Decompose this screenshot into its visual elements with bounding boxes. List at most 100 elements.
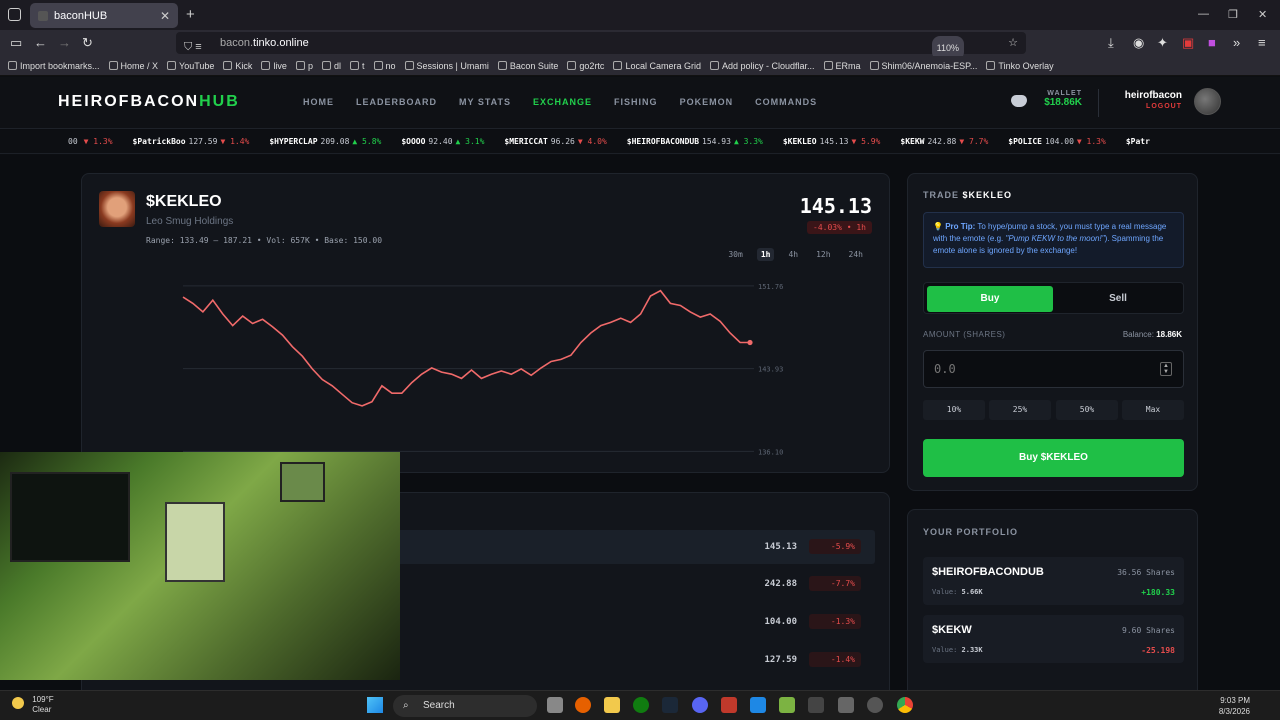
amount-input[interactable]	[923, 350, 1184, 388]
bookmark-item[interactable]: Sessions | Umami	[404, 61, 489, 71]
bookmark-item[interactable]: dl	[321, 61, 341, 71]
portfolio-item[interactable]: $KEKW 9.60 Shares Value: 2.33K -25.198	[923, 615, 1184, 663]
terminal-icon[interactable]	[808, 697, 824, 713]
nav-item-pokemon[interactable]: POKEMON	[680, 97, 734, 107]
ticker-price: 154.93	[702, 137, 731, 146]
ticker-item[interactable]: $HYPERCLAP 209.08 ▲ 5.8%	[269, 130, 381, 153]
bookmark-icon	[497, 61, 507, 70]
account-icon[interactable]: ◉	[1133, 35, 1144, 51]
buy-tab[interactable]: Buy	[927, 286, 1053, 312]
bookmark-item[interactable]: t	[349, 60, 365, 71]
ticker-item[interactable]: $KEKLEO 145.13 ▼ 5.9%	[783, 130, 881, 153]
ticker-item[interactable]: $HEIROFBACONDUB 154.93 ▲ 3.3%	[627, 130, 763, 153]
amount-stepper[interactable]: ▲ ▼	[1160, 362, 1172, 376]
chrome-icon[interactable]	[897, 697, 913, 713]
bookmark-item[interactable]: go2rtc	[567, 61, 604, 71]
overflow-icon[interactable]: »	[1233, 35, 1240, 50]
reload-icon[interactable]: ↻	[82, 35, 93, 51]
portfolio-value: Value: 5.66K	[932, 588, 983, 596]
ticker-item[interactable]: $POLICE 104.00 ▼ 1.3%	[1008, 130, 1106, 153]
nav-item-commands[interactable]: COMMANDS	[755, 97, 817, 107]
bookmark-star-icon[interactable]: ☆	[1008, 32, 1018, 54]
file-explorer-icon[interactable]	[604, 697, 620, 713]
pct-button-max[interactable]: Max	[1122, 400, 1184, 420]
menu-icon[interactable]: ≡	[1258, 35, 1266, 50]
avatar[interactable]	[1194, 88, 1221, 115]
last-price-point	[747, 339, 753, 346]
bookmark-item[interactable]: Import bookmarks...	[8, 61, 100, 71]
bookmark-item[interactable]: Shim06/Anemoia-ESP...	[869, 61, 977, 71]
extensions-icon[interactable]: ✦	[1157, 35, 1168, 51]
portfolio-value-label: Value:	[932, 588, 958, 596]
bookmark-item[interactable]: live	[261, 61, 287, 71]
ticker-symbol: $Patr	[1125, 137, 1150, 146]
bookmark-item[interactable]: ERma	[823, 61, 861, 71]
app-green-icon[interactable]	[779, 697, 795, 713]
bookmark-item[interactable]: p	[295, 61, 313, 71]
sidebar-toggle-icon[interactable]: ▭	[10, 35, 22, 51]
logout-link[interactable]: LOGOUT	[1110, 103, 1182, 110]
bookmark-item[interactable]: Tinko Overlay	[986, 61, 1054, 71]
steam-icon[interactable]	[662, 697, 678, 713]
new-tab-icon[interactable]: +	[186, 6, 195, 23]
ticker-item[interactable]: $PatrickBoo 127.59 ▼ 1.4%	[133, 130, 250, 153]
sell-tab[interactable]: Sell	[1055, 286, 1181, 312]
downloads-icon[interactable]: ⤓	[1108, 35, 1114, 51]
bookmark-label: Kick	[235, 60, 253, 71]
extension-badge-icon[interactable]: ▣	[1182, 35, 1194, 51]
obs-icon[interactable]	[867, 697, 883, 713]
browser-tab[interactable]: baconHUB ✕	[30, 3, 178, 28]
site-logo[interactable]: HEIROFBACONHUB	[58, 93, 240, 111]
discord-taskbar-icon[interactable]	[692, 697, 708, 713]
bookmark-item[interactable]: Bacon Suite	[497, 60, 559, 71]
ticker-item[interactable]: $KEKW 242.88 ▼ 7.7%	[900, 130, 988, 153]
bookmark-item[interactable]: Kick	[223, 61, 252, 71]
close-window-icon[interactable]: ✕	[1258, 8, 1267, 21]
app-window-icon[interactable]	[838, 697, 854, 713]
bookmark-label: t	[361, 60, 365, 71]
ticker-item[interactable]: $MERICCAT 96.26 ▼ 4.0%	[504, 130, 606, 153]
clock[interactable]: 9:03 PM 8/3/2026	[1219, 695, 1250, 717]
nav-item-my-stats[interactable]: MY STATS	[459, 97, 511, 107]
task-view-icon[interactable]	[547, 697, 563, 713]
tab-title: baconHUB	[54, 9, 108, 22]
discord-icon[interactable]	[1011, 95, 1027, 107]
app-red-icon[interactable]	[721, 697, 737, 713]
weather-widget[interactable]: 109°F Clear	[12, 695, 54, 715]
start-icon[interactable]	[367, 697, 383, 713]
tab-close-icon[interactable]: ✕	[160, 9, 170, 23]
vscode-icon[interactable]	[750, 697, 766, 713]
pct-button-25[interactable]: 25%	[989, 400, 1051, 420]
nav-item-home[interactable]: HOME	[303, 97, 334, 107]
bookmark-label: Bacon Suite	[509, 60, 559, 71]
back-icon[interactable]: ←	[34, 35, 47, 50]
pct-button-10[interactable]: 10%	[923, 400, 985, 420]
minimize-icon[interactable]: —	[1198, 8, 1209, 20]
extension-purple-icon[interactable]: ■	[1208, 35, 1216, 50]
bookmark-icon	[567, 61, 577, 70]
portfolio-item[interactable]: $HEIROFBACONDUB 36.56 Shares Value: 5.66K +…	[923, 557, 1184, 605]
restore-icon[interactable]: ❐	[1228, 8, 1238, 21]
nav-item-exchange[interactable]: EXCHANGE	[533, 97, 592, 107]
pct-button-50[interactable]: 50%	[1056, 400, 1118, 420]
bookmark-item[interactable]: Local Camera Grid	[613, 61, 701, 71]
ticker-item[interactable]: 00 ▼ 1.3%	[65, 130, 113, 153]
ticker-item[interactable]: $Patr	[1125, 130, 1156, 153]
bookmark-item[interactable]: Home / X	[108, 61, 158, 71]
xbox-icon[interactable]	[633, 697, 649, 713]
bookmark-item[interactable]: no	[373, 61, 396, 71]
buy-button[interactable]: Buy $KEKLEO	[923, 439, 1184, 477]
row-change: -1.4%	[809, 652, 861, 667]
tab-overview-icon[interactable]	[8, 8, 21, 21]
nav-item-leaderboard[interactable]: LEADERBOARD	[356, 97, 437, 107]
url-bar[interactable]: ⛉ ≡ bacon.tinko.online 110% ☆	[176, 32, 1026, 60]
tip-label: Pro Tip:	[945, 222, 976, 231]
nav-item-fishing[interactable]: FISHING	[614, 97, 658, 107]
row-price: 242.88	[764, 579, 797, 589]
bookmark-item[interactable]: YouTube	[167, 61, 214, 71]
taskbar-search[interactable]: ⌕ Search	[393, 695, 537, 717]
forward-icon[interactable]: →	[58, 35, 71, 50]
bookmark-item[interactable]: Add policy - Cloudflar...	[709, 61, 815, 71]
ticker-item[interactable]: $OOOO 92.40 ▲ 3.1%	[401, 130, 484, 153]
firefox-icon[interactable]	[575, 697, 591, 713]
